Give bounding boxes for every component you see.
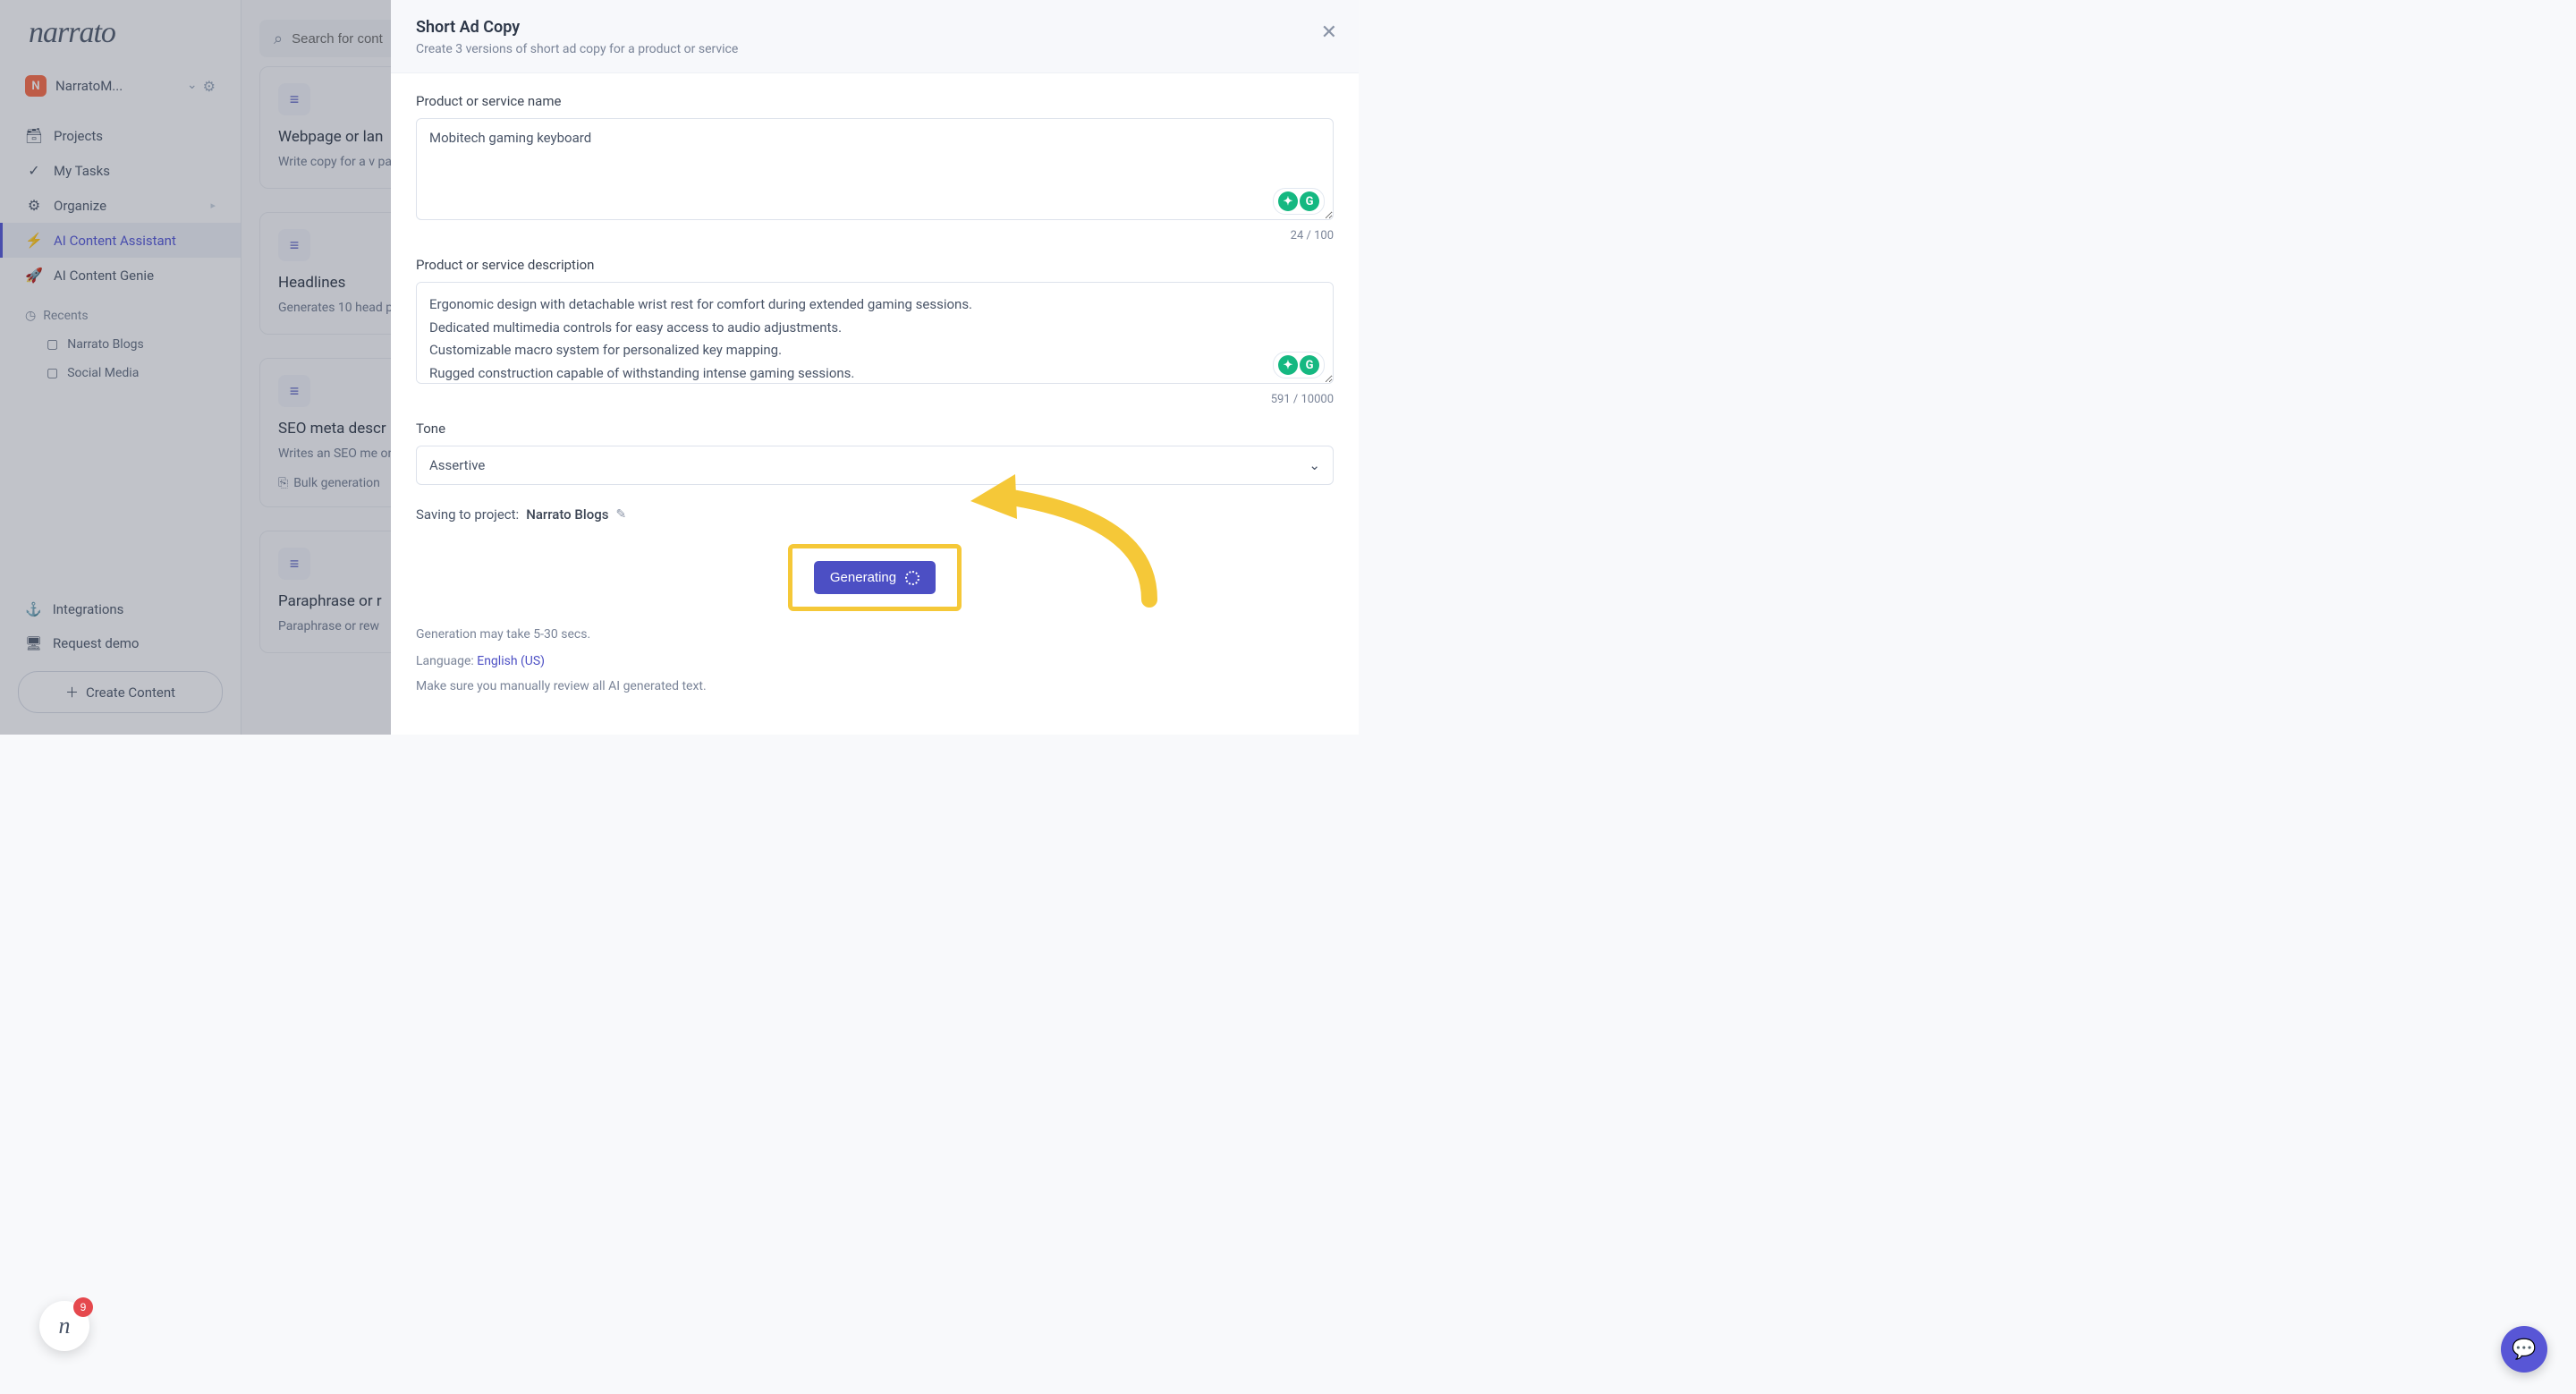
briefcase-icon: 🗃	[25, 127, 43, 144]
spinner-icon	[905, 571, 919, 585]
rocket-icon: 🚀	[25, 267, 43, 284]
workspace-badge: N	[25, 75, 47, 97]
doc-icon: ≡	[278, 375, 310, 407]
char-count: 24 / 100	[416, 229, 1334, 242]
recents-header: ◷ Recents	[0, 298, 241, 330]
chevron-down-icon[interactable]: ⌄	[187, 78, 198, 95]
description-label: Product or service description	[416, 257, 1334, 273]
gears-icon: ⚙	[25, 197, 43, 214]
doc-icon: ≡	[278, 548, 310, 580]
chevron-right-icon: ▸	[210, 200, 216, 211]
anchor-icon: ⚓	[25, 601, 42, 617]
nav-label: Organize	[54, 198, 106, 214]
close-icon[interactable]: ✕	[1321, 21, 1337, 44]
description-input[interactable]	[416, 282, 1334, 384]
narrato-n-icon: n	[59, 1313, 71, 1339]
nav-projects[interactable]: 🗃 Projects	[0, 118, 241, 153]
tone-label: Tone	[416, 421, 1334, 437]
grammar-widget[interactable]: ✦ G	[1273, 352, 1325, 378]
saving-project-name: Narrato Blogs	[526, 506, 608, 523]
check-icon: ✓	[25, 162, 43, 179]
highlight-annotation: Generating	[788, 544, 962, 611]
generate-button[interactable]: Generating	[814, 561, 936, 594]
product-name-input[interactable]	[416, 118, 1334, 220]
chat-icon: 💬	[2512, 1339, 2536, 1361]
nav-label: AI Content Genie	[54, 268, 154, 284]
gear-icon[interactable]: ⚙	[203, 78, 216, 95]
workspace-name: NarratoM...	[55, 78, 178, 94]
plus-icon: ＋	[65, 683, 79, 701]
product-name-label: Product or service name	[416, 93, 1334, 109]
sidebar-bottom: ⚓ Integrations 🖥 Request demo ＋ Create C…	[0, 582, 241, 735]
chevron-down-icon: ⌄	[1309, 457, 1320, 473]
language-row: Language: English (US)	[416, 654, 1334, 668]
brand-logo: narrato	[0, 16, 241, 66]
chat-widget[interactable]: 💬	[2501, 1326, 2547, 1373]
panel-subtitle: Create 3 versions of short ad copy for a…	[416, 42, 1334, 56]
panel-title: Short Ad Copy	[416, 18, 1334, 37]
copy-icon: ⎘	[278, 476, 288, 490]
monitor-icon: 🖥	[25, 635, 42, 651]
sidebar: narrato N NarratoM... ⌄ ⚙ 🗃 Projects ✓ M…	[0, 0, 242, 735]
suggestion-icon: ✦	[1278, 355, 1298, 375]
nav-label: Projects	[54, 128, 103, 144]
workspace-selector[interactable]: N NarratoM... ⌄ ⚙	[0, 66, 241, 113]
tone-select[interactable]: Assertive ⌄	[416, 446, 1334, 485]
grammarly-icon: G	[1300, 355, 1319, 375]
help-widget[interactable]: n 9	[39, 1301, 89, 1351]
folder-icon: ▢	[47, 337, 58, 352]
notification-badge: 9	[73, 1297, 93, 1317]
request-demo-link[interactable]: 🖥 Request demo	[18, 626, 223, 660]
panel-body: Product or service name ✦ G 24 / 100 Pro…	[391, 73, 1359, 735]
doc-icon: ≡	[278, 229, 310, 261]
clock-icon: ◷	[25, 309, 36, 323]
nav-label: AI Content Assistant	[54, 233, 176, 249]
grammarly-icon: G	[1300, 191, 1319, 211]
generate-button-wrap: Generating	[416, 544, 1334, 611]
slide-panel: Short Ad Copy Create 3 versions of short…	[391, 0, 1359, 735]
nav-label: My Tasks	[54, 163, 110, 179]
nav-organize[interactable]: ⚙ Organize ▸	[0, 188, 241, 223]
integrations-link[interactable]: ⚓ Integrations	[18, 592, 223, 626]
create-content-button[interactable]: ＋ Create Content	[18, 671, 223, 713]
review-note: Make sure you manually review all AI gen…	[416, 679, 1334, 693]
saving-project-row: Saving to project: Narrato Blogs ✎	[416, 506, 1334, 523]
generation-note: Generation may take 5-30 secs.	[416, 627, 1334, 642]
tone-value: Assertive	[429, 457, 485, 473]
nav-tasks[interactable]: ✓ My Tasks	[0, 153, 241, 188]
panel-header: Short Ad Copy Create 3 versions of short…	[391, 0, 1359, 73]
nav-ai-assistant[interactable]: ⚡ AI Content Assistant	[0, 223, 241, 258]
grammar-widget[interactable]: ✦ G	[1273, 188, 1325, 215]
folder-icon: ▢	[47, 366, 58, 380]
language-link[interactable]: English (US)	[477, 654, 545, 668]
recent-item[interactable]: ▢ Narrato Blogs	[0, 330, 241, 359]
edit-icon[interactable]: ✎	[615, 507, 626, 522]
doc-icon: ≡	[278, 83, 310, 115]
nav-ai-genie[interactable]: 🚀 AI Content Genie	[0, 258, 241, 293]
search-icon: ⌕	[274, 30, 283, 48]
recent-item[interactable]: ▢ Social Media	[0, 359, 241, 387]
char-count: 591 / 10000	[416, 393, 1334, 406]
suggestion-icon: ✦	[1278, 191, 1298, 211]
bolt-icon: ⚡	[25, 232, 43, 249]
